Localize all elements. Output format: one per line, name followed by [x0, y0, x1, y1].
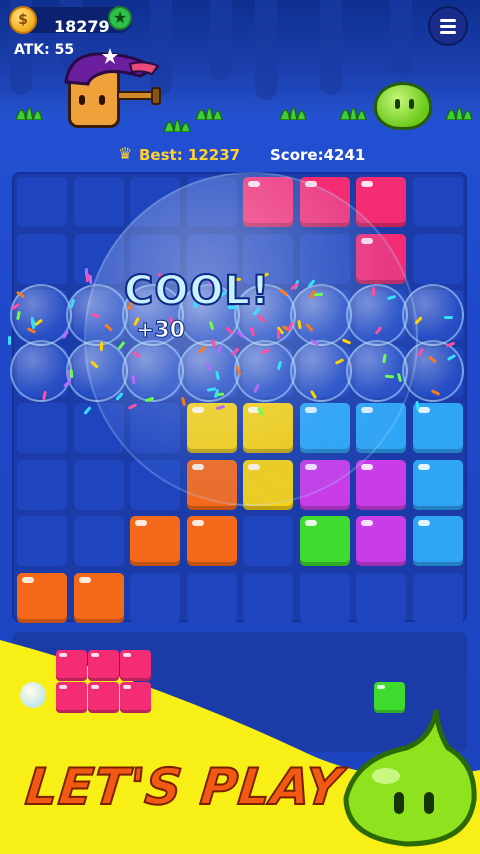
confetti-piece	[314, 292, 324, 297]
tray-block-pink[interactable]	[56, 682, 87, 713]
tray-block-green[interactable]	[374, 682, 405, 713]
grass-decoration	[339, 107, 367, 120]
bubble	[10, 340, 72, 402]
tray-block-pink[interactable]	[88, 650, 119, 681]
block-cyan	[412, 516, 463, 566]
board-cell[interactable]	[412, 177, 463, 227]
board-cell[interactable]	[17, 516, 67, 566]
add-coins-button[interactable]: ★	[108, 6, 132, 30]
best-score: Best: 12237	[139, 146, 241, 164]
board-cell[interactable]	[73, 459, 124, 510]
current-score: Score:4241	[270, 146, 366, 164]
board-cell[interactable]	[17, 233, 67, 284]
board-cell[interactable]	[17, 403, 67, 453]
tray-block-pink[interactable]	[88, 682, 119, 713]
grass-decoration	[445, 107, 473, 120]
board-cell[interactable]	[73, 177, 124, 227]
grass-decoration	[279, 107, 307, 120]
hamburger-menu-icon	[440, 19, 456, 22]
combo-text: COOL!	[123, 267, 271, 315]
game-scene: 18279 $ ★ ATK: 55 ♛ Best: 12237 Score:42…	[0, 0, 480, 854]
board-cell[interactable]	[243, 516, 293, 566]
block-orange	[130, 516, 180, 566]
bonus-points: +30	[135, 318, 186, 344]
slime-enemy	[374, 82, 432, 130]
board-cell[interactable]	[243, 572, 293, 623]
bubble-icon	[20, 682, 46, 708]
grass-decoration	[15, 107, 43, 120]
tray-block-pink[interactable]	[56, 650, 87, 681]
slime-mascot	[343, 709, 477, 847]
grass-decoration	[195, 107, 223, 120]
grass-decoration	[163, 119, 191, 132]
bubble	[122, 340, 184, 402]
board-cell[interactable]	[299, 572, 350, 623]
board-cell[interactable]	[412, 233, 463, 284]
block-cyan	[412, 459, 463, 510]
coin-icon: $	[9, 6, 37, 34]
board-cell[interactable]	[412, 572, 463, 623]
menu-button[interactable]	[428, 6, 468, 46]
board-cell[interactable]	[130, 572, 180, 623]
block-green	[299, 516, 350, 566]
sword-icon	[118, 87, 161, 105]
confetti-piece	[371, 287, 375, 297]
wizard-hat-icon	[64, 48, 160, 86]
board-cell[interactable]	[356, 572, 406, 623]
bubble	[402, 284, 464, 346]
attack-stat: ATK: 55	[14, 42, 75, 58]
confetti-piece	[8, 336, 12, 346]
tray-block-pink[interactable]	[120, 682, 151, 713]
block-orange	[73, 572, 124, 623]
board-cell[interactable]	[17, 459, 67, 510]
block-magenta	[356, 459, 406, 510]
crown-icon: ♛	[118, 144, 133, 163]
confetti-piece	[84, 268, 88, 278]
coin-count: 18279	[54, 17, 110, 36]
confetti-piece	[69, 369, 74, 379]
confetti-piece	[99, 341, 104, 351]
bubble	[346, 340, 408, 402]
bubble	[290, 340, 352, 402]
board-cell[interactable]	[73, 516, 124, 566]
block-orange	[186, 516, 237, 566]
board-cell[interactable]	[17, 177, 67, 227]
block-cyan	[412, 403, 463, 453]
block-orange	[17, 572, 67, 623]
board-cell[interactable]	[186, 572, 237, 623]
tray-block-pink[interactable]	[120, 650, 151, 681]
block-magenta	[356, 516, 406, 566]
bubble	[346, 284, 408, 346]
confetti-piece	[384, 374, 395, 379]
